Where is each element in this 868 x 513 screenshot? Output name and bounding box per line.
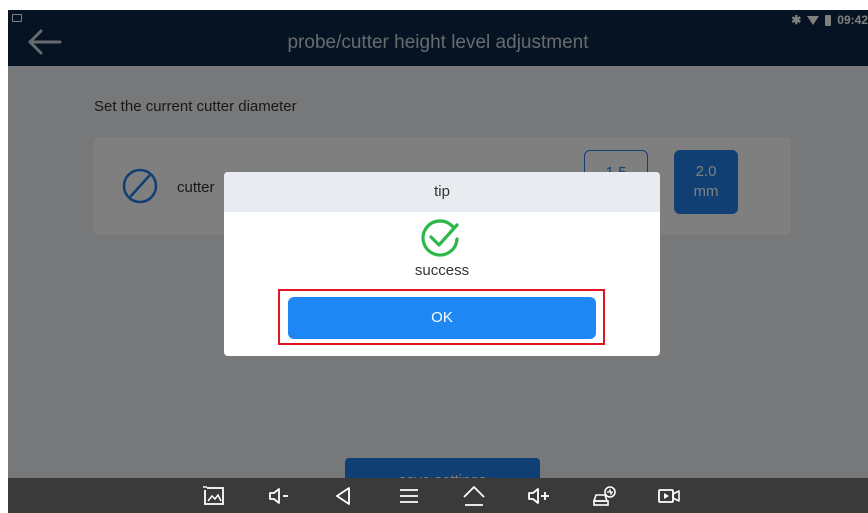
screen-record-icon (658, 489, 680, 503)
gallery-button[interactable] (201, 484, 227, 508)
back-triangle-icon (336, 487, 350, 505)
nav-back-button[interactable] (331, 484, 357, 508)
vehicle-diagnostic-icon (593, 486, 616, 506)
dialog-title: tip (434, 183, 450, 200)
dialog-header: tip (224, 172, 660, 212)
home-icon (463, 486, 485, 506)
vehicle-diagnostic-button[interactable] (591, 484, 617, 508)
volume-up-button[interactable] (526, 484, 552, 508)
volume-down-icon (269, 488, 288, 504)
check-circle-icon (421, 219, 459, 257)
tip-dialog: tip success OK (224, 172, 660, 356)
gallery-icon (203, 486, 224, 505)
volume-up-icon (528, 488, 549, 504)
screen-record-button[interactable] (656, 484, 682, 508)
volume-down-button[interactable] (266, 484, 292, 508)
ok-button[interactable]: OK (288, 297, 596, 339)
menu-icon (400, 489, 418, 503)
home-button[interactable] (461, 484, 487, 508)
dialog-message: success (414, 262, 470, 279)
menu-button[interactable] (396, 484, 422, 508)
system-nav-bar (8, 478, 868, 513)
